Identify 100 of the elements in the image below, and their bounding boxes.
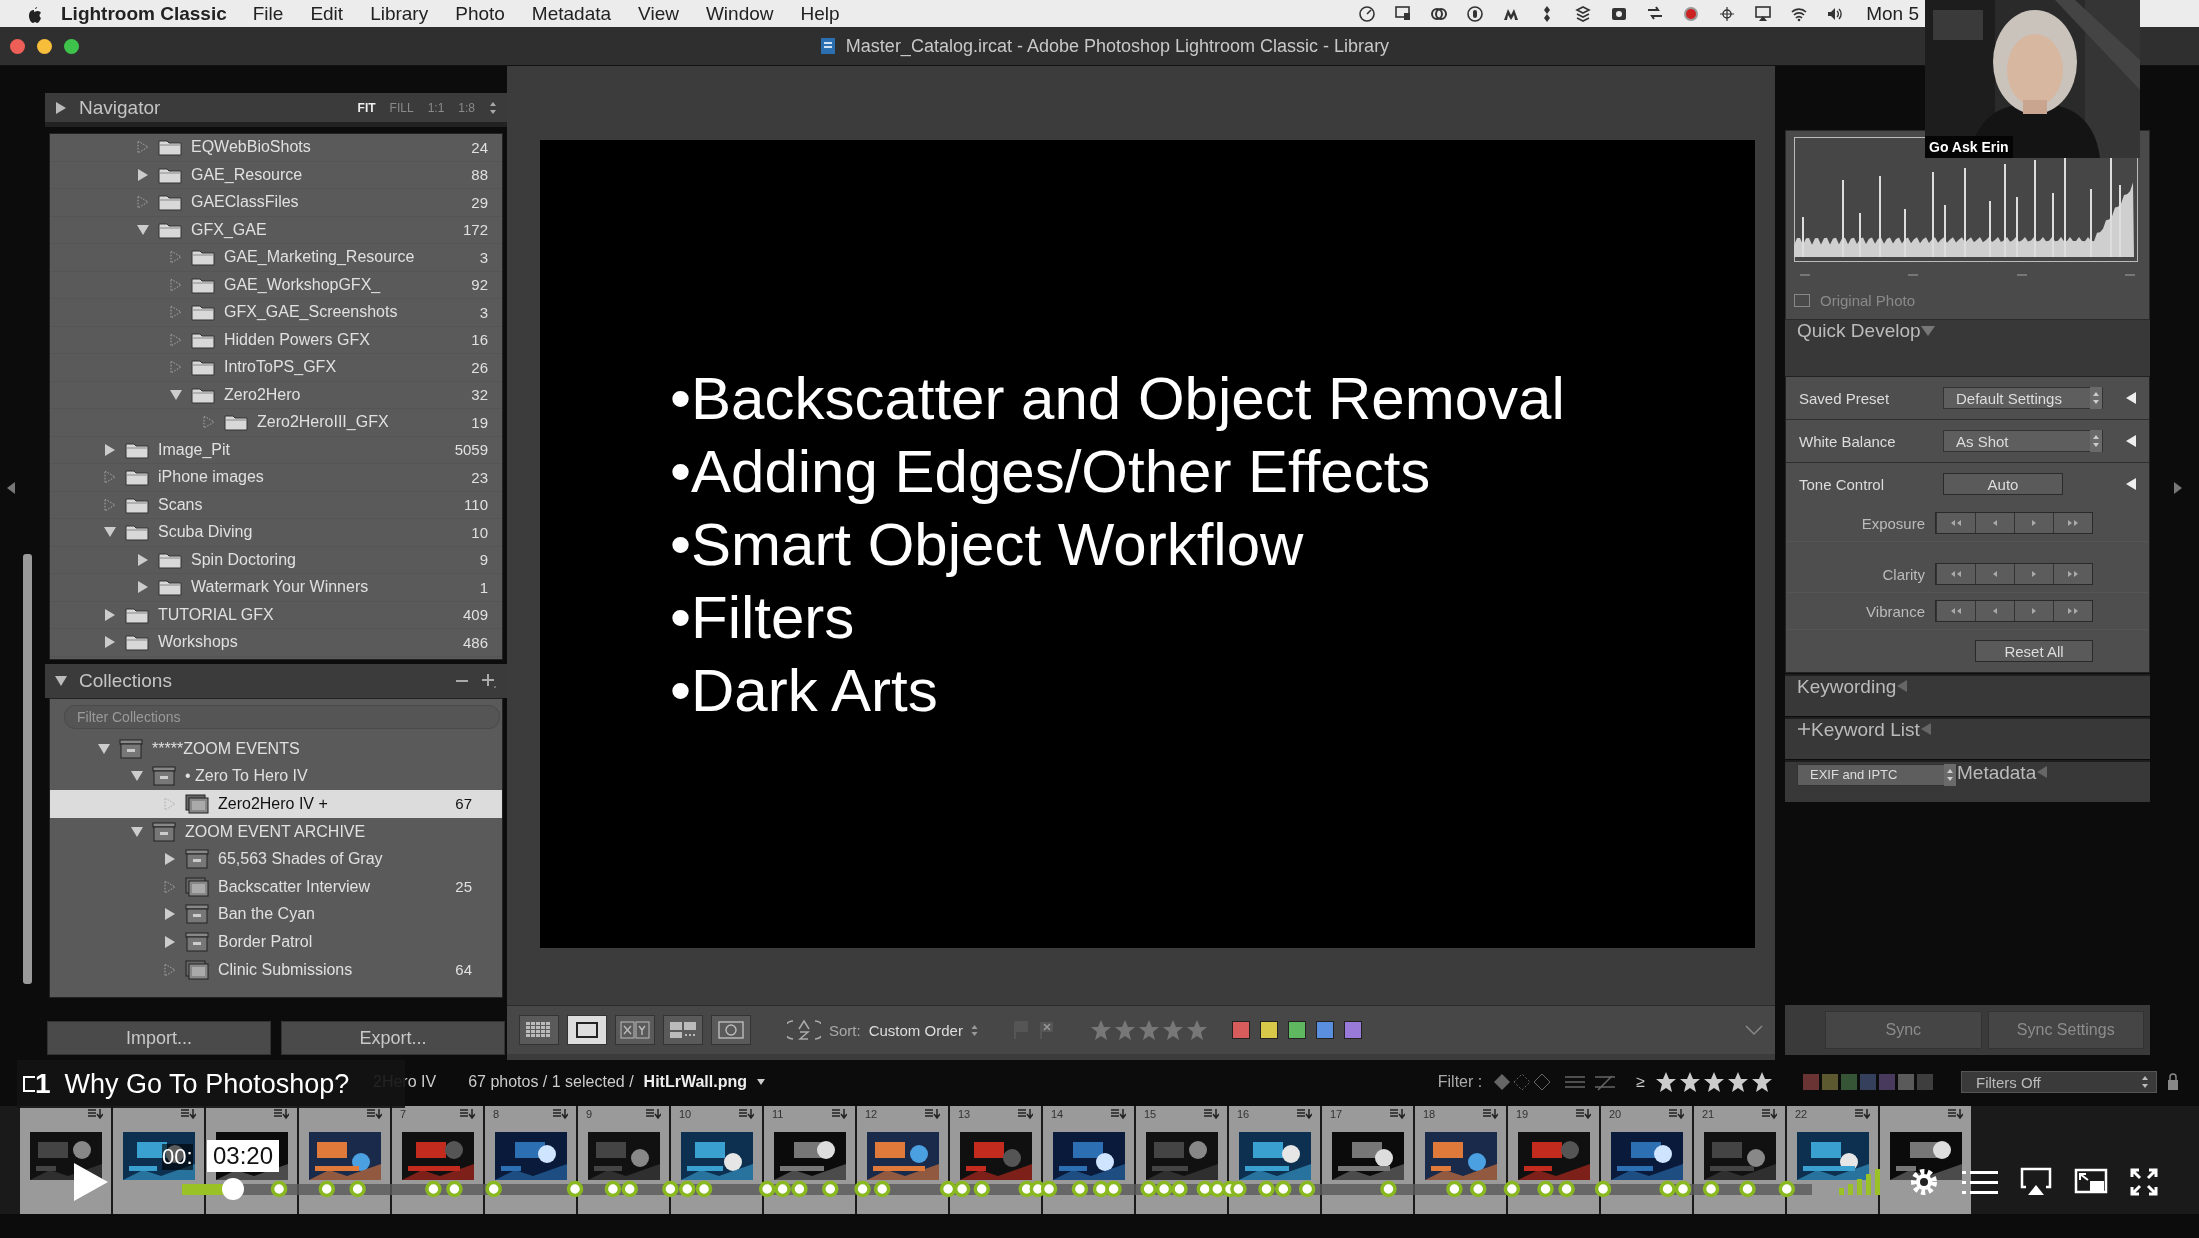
rating-operator[interactable]: ≥: [1636, 1073, 1645, 1091]
panel-header[interactable]: Quick Develop: [1785, 320, 2150, 376]
filter-preset-dropdown[interactable]: Filters Off: [1961, 1071, 2157, 1093]
frame-number: 11: [772, 1108, 784, 1120]
app-menu[interactable]: Lightroom Classic: [61, 2, 227, 25]
time-tooltip: 03:20: [207, 1140, 280, 1172]
collection-row[interactable]: Ban the Cyan: [50, 900, 502, 929]
zoom-option[interactable]: 1:8: [458, 100, 475, 115]
collection-row[interactable]: ZOOM EVENT ARCHIVE: [50, 817, 502, 846]
collection-row[interactable]: Border Patrol: [50, 928, 502, 956]
menu-item[interactable]: Window: [705, 2, 774, 25]
panel-title: Collections: [79, 670, 172, 692]
frame-number: 12: [865, 1108, 878, 1120]
window-title: Master_Catalog.ircat - Adobe Photoshop Lightroom Classic - Library: [845, 35, 1390, 57]
collection-row[interactable]: *****ZOOM EVENTS: [50, 735, 502, 763]
frame-number: 21: [1702, 1108, 1715, 1120]
item-count: 32: [471, 386, 488, 404]
folder-row[interactable]: GAE_WorkshopGFX_ 92: [50, 271, 502, 299]
menu-item[interactable]: Help: [800, 2, 840, 25]
folder-row[interactable]: GAE_Marketing_Resource 3: [50, 244, 502, 272]
export-button[interactable]: Export...: [281, 1021, 505, 1055]
menu-item[interactable]: View: [638, 2, 679, 25]
filmstrip-cell[interactable]: 10: [671, 1106, 762, 1214]
folder-row[interactable]: iPhone images 23: [50, 464, 502, 492]
collection-row[interactable]: • Zero To Hero IV: [50, 762, 502, 791]
auto-button[interactable]: Auto: [1943, 473, 2063, 495]
filmstrip-cell[interactable]: 21: [1694, 1106, 1785, 1214]
item-count: 172: [462, 221, 488, 239]
item-count: 16: [471, 331, 488, 349]
chapter-number: 1: [35, 1068, 51, 1100]
folder-row[interactable]: GFX_GAE 172: [50, 216, 502, 244]
zoom-option[interactable]: 1:1: [427, 100, 445, 115]
folder-row[interactable]: IntroToPS_GFX 26: [50, 354, 502, 382]
field-label: White Balance: [1799, 432, 1897, 450]
item-count: 23: [471, 468, 488, 486]
item-count: 25: [455, 878, 472, 896]
folder-row[interactable]: Scans 110: [50, 491, 502, 519]
menu-item[interactable]: Library: [370, 2, 429, 25]
reset-all-button[interactable]: Reset All: [1975, 640, 2093, 662]
frame-number: 15: [1144, 1108, 1157, 1120]
folder-row[interactable]: Hidden Powers GFX 16: [50, 326, 502, 354]
item-count: 29: [471, 193, 488, 211]
import-button[interactable]: Import...: [47, 1021, 271, 1055]
filmstrip-cell[interactable]: 22: [1787, 1106, 1878, 1214]
collection-row[interactable]: Clinic Submissions 64: [50, 955, 502, 984]
filmstrip-cell[interactable]: 12: [857, 1106, 948, 1214]
folder-row[interactable]: Watermark Your Winners 1: [50, 574, 502, 602]
frame-number: 20: [1609, 1108, 1622, 1120]
search-field[interactable]: Filter Collections: [64, 705, 500, 729]
menu-item[interactable]: Photo: [455, 2, 505, 25]
panel-header[interactable]: Navigator FIT FILL 1:1 1:8: [45, 93, 507, 127]
folder-row[interactable]: EQWebBioShots 24: [50, 134, 502, 162]
filmstrip-cell[interactable]: 19: [1508, 1106, 1599, 1214]
folder-row[interactable]: GAEClassFiles 29: [50, 189, 502, 217]
folder-row[interactable]: GFX_GAE_Screenshots 3: [50, 299, 502, 327]
folder-row[interactable]: Zero2HeroIII_GFX 19: [50, 409, 502, 437]
item-count: 9: [479, 551, 488, 569]
item-count: 5059: [454, 441, 488, 459]
panel-header[interactable]: Keywording: [1785, 674, 2150, 716]
menu-item[interactable]: Metadata: [531, 2, 612, 25]
folder-row[interactable]: Image_Pit 5059: [50, 436, 502, 464]
filmstrip-cell[interactable]: 17: [1322, 1106, 1413, 1214]
folder-row[interactable]: Scuba Diving 10: [50, 519, 502, 547]
filmstrip-cell[interactable]: 20: [1601, 1106, 1692, 1214]
collection-row[interactable]: 65,563 Shades of Gray: [50, 845, 502, 873]
frame-number: 14: [1051, 1108, 1064, 1120]
folder-row[interactable]: GAE_Resource 88: [50, 161, 502, 189]
menu-item[interactable]: File: [252, 2, 284, 25]
sort-dropdown[interactable]: Custom Order: [868, 1021, 978, 1039]
folder-row[interactable]: Spin Doctoring 9: [50, 546, 502, 574]
filmstrip-cell[interactable]: 8: [485, 1106, 576, 1214]
item-count: 92: [471, 276, 488, 294]
folder-row[interactable]: TUTORIAL GFX 409: [50, 601, 502, 629]
panel-header[interactable]: Collections: [45, 664, 507, 698]
zoom-option[interactable]: FIT: [357, 100, 376, 115]
filmstrip-cell[interactable]: 16: [1229, 1106, 1320, 1214]
frame-number: 10: [679, 1108, 692, 1120]
zoom-option[interactable]: FILL: [389, 100, 414, 115]
panel-header[interactable]: EXIF and IPTC Metadata: [1785, 760, 2150, 802]
filmstrip-cell[interactable]: 7: [392, 1106, 483, 1214]
dropdown[interactable]: Default Settings: [1943, 387, 2103, 409]
filmstrip-cell[interactable]: 9: [578, 1106, 669, 1214]
panel-title: Navigator: [79, 96, 162, 119]
dropdown[interactable]: As Shot: [1943, 430, 2103, 452]
collection-row[interactable]: Zero2Hero IV + 67: [50, 790, 502, 818]
file-name-dropdown[interactable]: HitLrWall.png: [643, 1073, 765, 1091]
filmstrip-cell[interactable]: 18: [1415, 1106, 1506, 1214]
collection-row[interactable]: Backscatter Interview 25: [50, 872, 502, 901]
filmstrip-cell[interactable]: 11: [764, 1106, 855, 1214]
item-count: 409: [462, 606, 488, 624]
dropdown[interactable]: EXIF and IPTC: [1797, 763, 1957, 786]
item-count: 3: [479, 303, 488, 321]
item-count: 19: [471, 413, 488, 431]
filmstrip-cell[interactable]: 13: [950, 1106, 1041, 1214]
folder-row[interactable]: Zero2Hero 32: [50, 381, 502, 409]
panel-header[interactable]: Keyword List: [1785, 717, 2150, 759]
menu-item[interactable]: Edit: [310, 2, 344, 25]
frame-number: 18: [1423, 1108, 1436, 1120]
filmstrip-cell[interactable]: 14: [1043, 1106, 1134, 1214]
folder-row[interactable]: Workshops 486: [50, 629, 502, 657]
